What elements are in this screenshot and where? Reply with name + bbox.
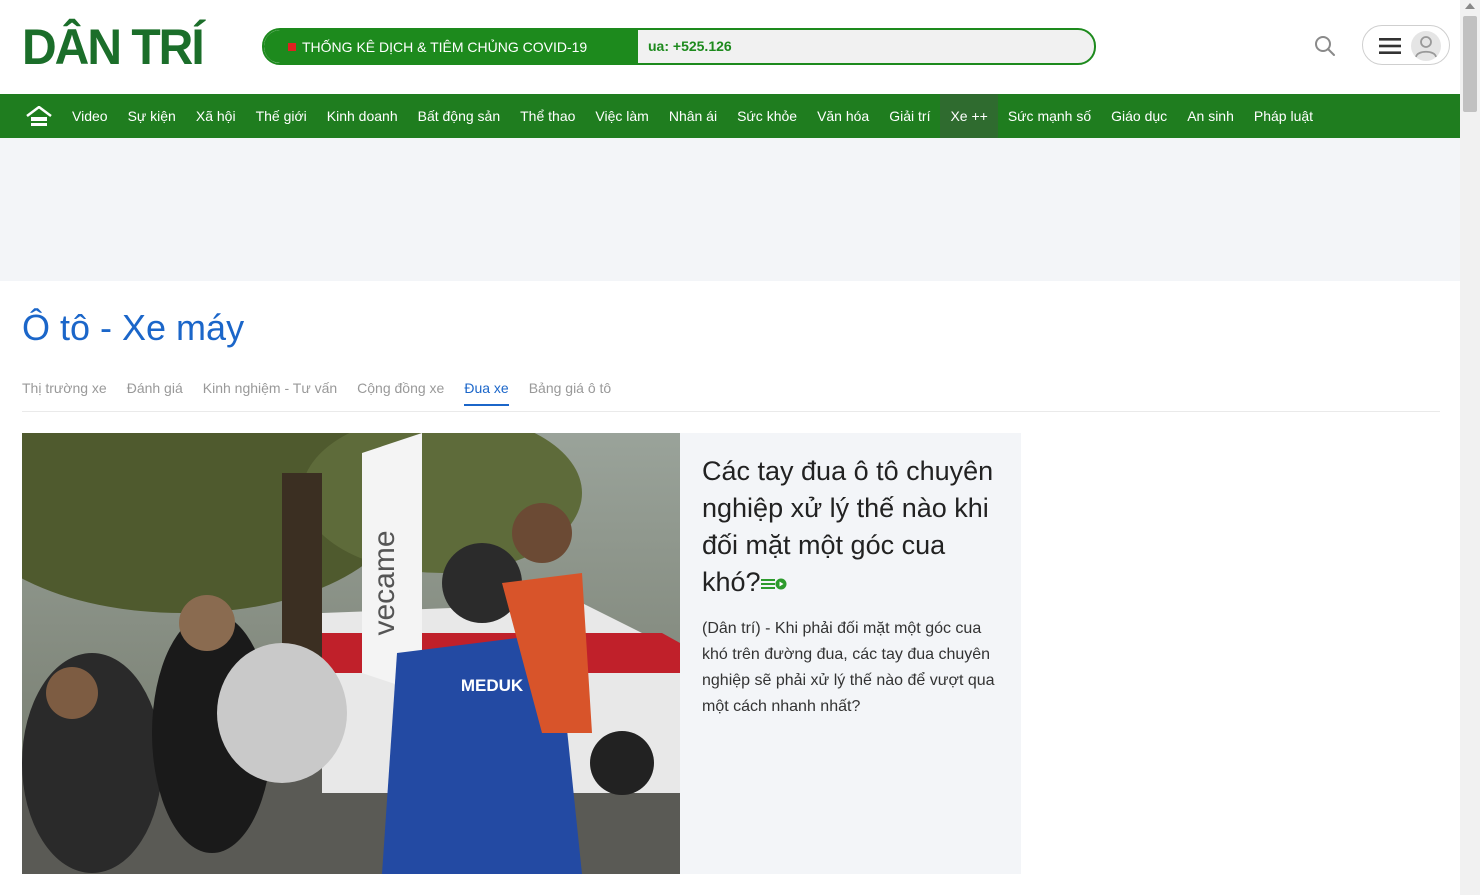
featured-headline[interactable]: Các tay đua ô tô chuyên nghiệp xử lý thế… <box>702 453 1002 601</box>
live-dot-icon <box>288 43 296 51</box>
user-avatar-icon <box>1411 31 1441 61</box>
subnav-item[interactable]: Đánh giá <box>127 380 183 406</box>
nav-item[interactable]: Giáo dục <box>1101 94 1177 138</box>
nav-item[interactable]: Kinh doanh <box>317 94 408 138</box>
photo-jacket-text: MEDUK <box>461 676 524 695</box>
page: DÂN TRÍ THỐNG KÊ DỊCH & TIÊM CHỦNG COVID… <box>0 0 1480 895</box>
nav-item[interactable]: Pháp luật <box>1244 94 1323 138</box>
page-scrollbar[interactable] <box>1460 0 1480 895</box>
nav-item[interactable]: Bất động sản <box>408 94 511 138</box>
featured-photo-illustration: vecame MEDUK <box>22 433 680 874</box>
photo-banner-text: vecame <box>368 530 401 635</box>
subnav-item[interactable]: Cộng đồng xe <box>357 380 444 406</box>
site-logo[interactable]: DÂN TRÍ <box>22 22 205 72</box>
featured-photo[interactable]: vecame MEDUK <box>22 433 680 874</box>
nav-items: Video Sự kiện Xã hội Thế giới Kinh doanh Bất … <box>62 94 1323 138</box>
scroll-thumb[interactable] <box>1463 16 1477 112</box>
category-subnav: Thị trường xe Đánh giá Kinh nghiệm - Tư vấ… <box>22 380 631 406</box>
nav-item[interactable]: Sự kiện <box>118 94 186 138</box>
ad-placeholder <box>0 138 1460 281</box>
nav-item[interactable]: Văn hóa <box>807 94 879 138</box>
hamburger-icon <box>1379 38 1401 54</box>
home-icon[interactable] <box>26 106 52 126</box>
nav-item[interactable]: Sức khỏe <box>727 94 807 138</box>
nav-item[interactable]: Thể thao <box>510 94 585 138</box>
search-icon[interactable] <box>1313 34 1337 58</box>
video-badge-icon <box>760 578 787 590</box>
featured-sapo: (Dân trí) - Khi phải đối mặt một góc cua… <box>702 620 995 715</box>
nav-item[interactable]: Việc làm <box>585 94 658 138</box>
subnav-divider <box>22 411 1440 412</box>
subnav-item[interactable]: Bảng giá ô tô <box>529 380 612 406</box>
nav-item[interactable]: Thế giới <box>246 94 317 138</box>
headline-text: Các tay đua ô tô chuyên nghiệp xử lý thế… <box>702 456 994 597</box>
subnav-item[interactable]: Đua xe <box>464 380 510 406</box>
nav-item[interactable]: Xe ++ <box>940 94 998 138</box>
menu-account-button[interactable] <box>1362 25 1450 65</box>
covid-title: THỐNG KÊ DỊCH & TIÊM CHỦNG COVID-19 <box>302 39 588 55</box>
nav-item[interactable]: Video <box>62 94 118 138</box>
nav-item[interactable]: Sức mạnh số <box>998 94 1101 138</box>
nav-item[interactable]: Nhân ái <box>659 94 727 138</box>
nav-item[interactable]: Xã hội <box>186 94 246 138</box>
subnav-item[interactable]: Thị trường xe <box>22 380 107 406</box>
nav-item[interactable]: Giải trí <box>879 94 940 138</box>
covid-stats-bar[interactable]: THỐNG KÊ DỊCH & TIÊM CHỦNG COVID-19 ua: … <box>262 28 1096 65</box>
nav-item[interactable]: An sinh <box>1177 94 1244 138</box>
covid-count: ua: +525.126 <box>648 38 732 54</box>
featured-article: vecame MEDUK Các tay đua ô tô chuyên ngh… <box>22 433 1021 874</box>
subnav-item[interactable]: Kinh nghiệm - Tư vấn <box>203 380 337 406</box>
scroll-up-icon[interactable] <box>1465 3 1475 9</box>
category-title[interactable]: Ô tô - Xe máy <box>22 307 244 349</box>
main-nav: Video Sự kiện Xã hội Thế giới Kinh doanh Bất … <box>0 94 1460 138</box>
